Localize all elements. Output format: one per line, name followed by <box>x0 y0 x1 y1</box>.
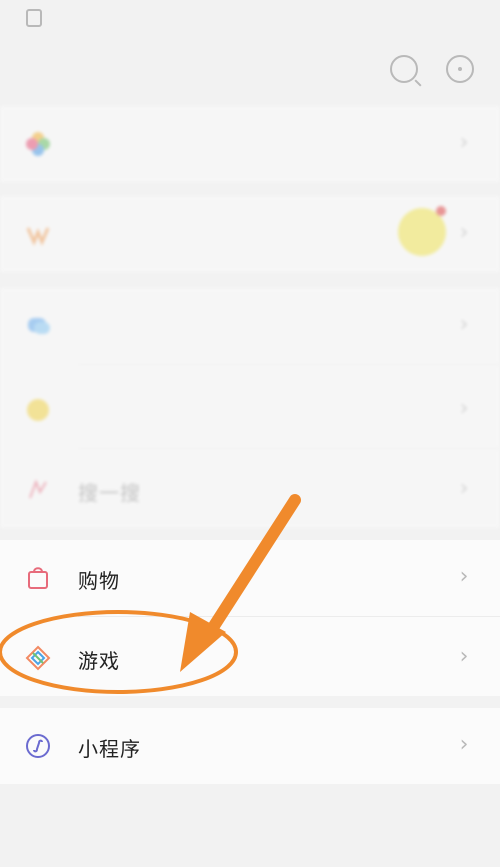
annotation-overlay <box>0 494 301 694</box>
annotation-arrow-shaft <box>199 494 301 646</box>
